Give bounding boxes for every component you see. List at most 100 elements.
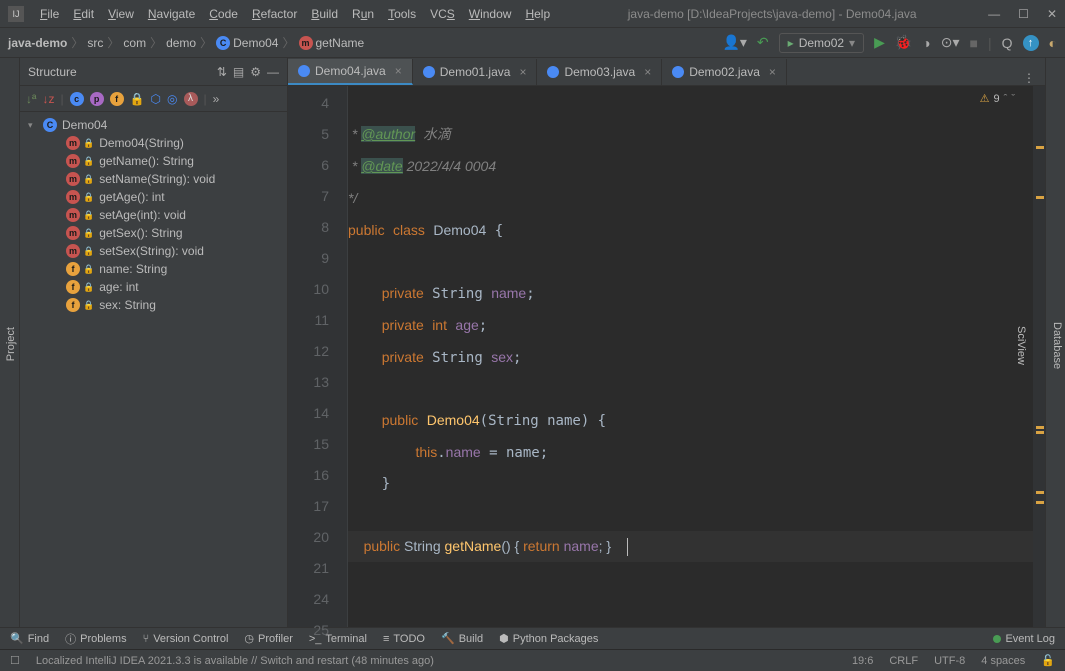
- notification-dot-icon: [993, 635, 1001, 643]
- bt-find[interactable]: 🔍Find: [10, 632, 49, 645]
- run-button[interactable]: ▶: [874, 34, 885, 51]
- tree-member-2[interactable]: m🔒setName(String): void: [20, 170, 287, 188]
- menu-tools[interactable]: Tools: [382, 3, 422, 25]
- more-icon[interactable]: »: [213, 92, 220, 106]
- ide-scripting-button[interactable]: ◐: [1049, 35, 1057, 51]
- tree-member-4[interactable]: m🔒setAge(int): void: [20, 206, 287, 224]
- show-target-icon[interactable]: ◎: [167, 92, 177, 106]
- bt-vcs[interactable]: ⑂Version Control: [143, 633, 229, 645]
- tree-member-7[interactable]: f🔒name: String: [20, 260, 287, 278]
- menu-refactor[interactable]: Refactor: [246, 3, 303, 25]
- menu-vcs[interactable]: VCS: [424, 3, 461, 25]
- menu-edit[interactable]: Edit: [67, 3, 100, 25]
- minimize-button[interactable]: —: [988, 7, 1000, 21]
- show-inherited-icon[interactable]: 🔒: [130, 92, 145, 106]
- menu-file[interactable]: File: [34, 3, 65, 25]
- readonly-icon[interactable]: 🔓: [1041, 654, 1055, 667]
- settings-icon[interactable]: ⚙: [250, 65, 261, 79]
- inspection-widget[interactable]: ⚠ 9 ˆ ˇ: [980, 92, 1015, 105]
- bt-profiler[interactable]: ◷Profiler: [244, 632, 292, 645]
- tree-member-6[interactable]: m🔒setSex(String): void: [20, 242, 287, 260]
- tab-database[interactable]: Database: [1049, 316, 1065, 375]
- sort-icon[interactable]: ⇅: [217, 65, 227, 79]
- close-icon[interactable]: ×: [395, 64, 402, 78]
- tree-member-1[interactable]: m🔒getName(): String: [20, 152, 287, 170]
- close-button[interactable]: ✕: [1047, 7, 1057, 21]
- show-prop-icon[interactable]: p: [90, 92, 104, 106]
- chevron-up-icon[interactable]: ˆ: [1004, 93, 1008, 105]
- bt-build[interactable]: 🔨Build: [441, 632, 483, 645]
- tab-demo01[interactable]: Demo01.java×: [413, 59, 538, 85]
- tab-demo02[interactable]: Demo02.java×: [662, 59, 787, 85]
- run-config-selector[interactable]: ▸Demo02▾: [779, 33, 864, 53]
- sort-vis-icon[interactable]: ↓z: [42, 92, 54, 106]
- tab-demo04[interactable]: Demo04.java×: [288, 59, 413, 85]
- close-icon[interactable]: ×: [644, 65, 651, 79]
- left-tool-gutter: Project Structure Bookmarks: [0, 58, 20, 627]
- hide-icon[interactable]: —: [267, 65, 279, 79]
- show-class-icon[interactable]: c: [70, 92, 84, 106]
- show-anon-icon[interactable]: ⬡: [151, 92, 161, 106]
- editor-area: Demo04.java× Demo01.java× Demo03.java× D…: [288, 58, 1045, 627]
- menubar: File Edit View Navigate Code Refactor Bu…: [34, 3, 556, 25]
- tree-member-0[interactable]: m🔒Demo04(String): [20, 134, 287, 152]
- update-button[interactable]: ↑: [1023, 35, 1039, 51]
- status-message[interactable]: Localized IntelliJ IDEA 2021.3.3 is avai…: [36, 655, 434, 667]
- close-icon[interactable]: ×: [769, 65, 776, 79]
- bc-demo[interactable]: demo: [166, 36, 196, 50]
- bt-python[interactable]: ⬢Python Packages: [499, 632, 598, 645]
- bt-problems[interactable]: ⓘProblems: [65, 631, 126, 647]
- tree-member-9[interactable]: f🔒sex: String: [20, 296, 287, 314]
- code-content[interactable]: * @author 水滴 * @date 2022/4/4 0004 */ pu…: [348, 86, 1033, 627]
- menu-window[interactable]: Window: [463, 3, 518, 25]
- marker-strip[interactable]: [1033, 86, 1045, 627]
- user-icon[interactable]: 👤▾: [722, 34, 746, 51]
- line-gutter: 456789101112131415161720212425: [288, 86, 348, 627]
- menu-run[interactable]: Run: [346, 3, 380, 25]
- tab-demo03[interactable]: Demo03.java×: [537, 59, 662, 85]
- filter-icon[interactable]: ▤: [233, 65, 244, 79]
- branch-icon: ⑂: [143, 633, 150, 645]
- tree-member-5[interactable]: m🔒getSex(): String: [20, 224, 287, 242]
- tree-member-8[interactable]: f🔒age: int: [20, 278, 287, 296]
- bc-project[interactable]: java-demo: [8, 36, 67, 50]
- menu-help[interactable]: Help: [519, 3, 556, 25]
- build-icon[interactable]: ↶: [757, 34, 769, 51]
- search-button[interactable]: Q: [1002, 35, 1013, 51]
- bc-com[interactable]: com: [123, 36, 146, 50]
- menu-view[interactable]: View: [102, 3, 140, 25]
- structure-header: Structure ⇅ ▤ ⚙ —: [20, 58, 287, 86]
- encoding[interactable]: UTF-8: [934, 655, 965, 667]
- close-icon[interactable]: ×: [519, 65, 526, 79]
- toolbar-right: 👤▾ ↶ ▸Demo02▾ ▶ 🐞 ◑ ⊙▾ ■ | Q ↑ ◐: [722, 33, 1057, 53]
- tabs-menu[interactable]: ⋮: [1013, 71, 1045, 85]
- bt-todo[interactable]: ≡TODO: [383, 633, 425, 645]
- status-quick-icon[interactable]: ☐: [10, 654, 20, 667]
- editor-body[interactable]: 456789101112131415161720212425 * @author…: [288, 86, 1045, 627]
- package-icon: ⬢: [499, 632, 509, 645]
- menu-code[interactable]: Code: [203, 3, 244, 25]
- bc-method[interactable]: mgetName: [299, 36, 365, 50]
- right-tool-gutter: Database SciView: [1045, 58, 1065, 627]
- tree-root[interactable]: ▾CDemo04: [20, 116, 287, 134]
- menu-build[interactable]: Build: [305, 3, 344, 25]
- tab-project[interactable]: Project: [3, 321, 19, 367]
- indent[interactable]: 4 spaces: [981, 655, 1025, 667]
- menu-navigate[interactable]: Navigate: [142, 3, 201, 25]
- debug-button[interactable]: 🐞: [895, 34, 912, 51]
- bc-src[interactable]: src: [87, 36, 103, 50]
- tree-member-3[interactable]: m🔒getAge(): int: [20, 188, 287, 206]
- maximize-button[interactable]: ☐: [1018, 7, 1029, 21]
- stop-button[interactable]: ■: [970, 35, 978, 51]
- chevron-down-icon[interactable]: ˇ: [1011, 93, 1015, 105]
- line-sep[interactable]: CRLF: [889, 655, 918, 667]
- hammer-icon: 🔨: [441, 632, 455, 645]
- bc-class[interactable]: CDemo04: [216, 36, 278, 50]
- sort-alpha-icon[interactable]: ↓ª: [26, 92, 36, 106]
- caret-position[interactable]: 19:6: [852, 655, 873, 667]
- show-field-icon[interactable]: f: [110, 92, 124, 106]
- coverage-button[interactable]: ◑: [922, 35, 930, 51]
- profile-button[interactable]: ⊙▾: [941, 34, 960, 51]
- bt-eventlog[interactable]: Event Log: [993, 633, 1055, 645]
- show-lambda-icon[interactable]: λ: [184, 92, 198, 106]
